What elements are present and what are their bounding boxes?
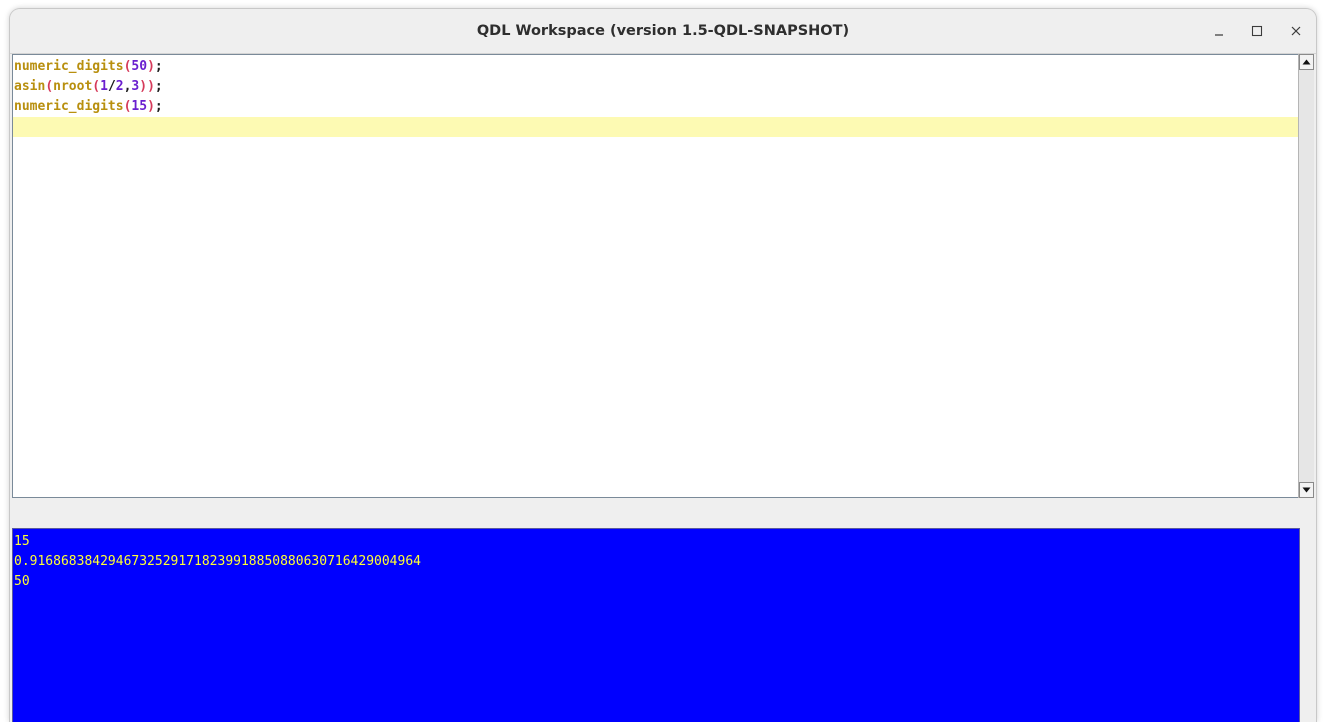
- editor-scrollbar[interactable]: [1298, 54, 1314, 498]
- arrow-down-icon: [1302, 487, 1311, 493]
- minimize-button[interactable]: [1210, 22, 1228, 40]
- function-name: asin: [14, 79, 46, 94]
- editor-line[interactable]: numeric_digits(15);: [13, 97, 1299, 117]
- argument: 50: [131, 59, 148, 74]
- window-title: QDL Workspace (version 1.5-QDL-SNAPSHOT): [476, 23, 850, 39]
- inner-close-paren: ): [139, 79, 148, 94]
- editor-line[interactable]: numeric_digits(50);: [13, 57, 1299, 77]
- close-paren: ): [147, 59, 155, 74]
- operator: /: [107, 79, 116, 94]
- close-paren: ): [147, 99, 155, 114]
- semicolon: ;: [154, 59, 163, 74]
- current-line-highlight[interactable]: [13, 117, 1299, 137]
- semicolon: ;: [154, 79, 163, 94]
- argument: 2: [115, 79, 124, 94]
- arrow-up-icon: [1302, 59, 1311, 65]
- minimize-icon: [1215, 34, 1223, 36]
- function-name: numeric_digits: [14, 99, 124, 114]
- argument: 15: [131, 99, 148, 114]
- inner-open-paren: (: [92, 79, 101, 94]
- scroll-down-button[interactable]: [1299, 482, 1314, 498]
- scroll-up-button[interactable]: [1299, 54, 1314, 70]
- code-editor[interactable]: numeric_digits(50); asin(nroot(1/2,3)); …: [12, 54, 1300, 498]
- semicolon: ;: [154, 99, 163, 114]
- maximize-button[interactable]: [1248, 22, 1266, 40]
- editor-line[interactable]: asin(nroot(1/2,3));: [13, 77, 1299, 97]
- output-console[interactable]: 15 0.91686838429467325291718239918850880…: [12, 528, 1300, 722]
- title-bar[interactable]: QDL Workspace (version 1.5-QDL-SNAPSHOT): [10, 9, 1316, 54]
- maximize-icon: [1251, 25, 1263, 37]
- inner-function-name: nroot: [53, 79, 93, 94]
- function-name: numeric_digits: [14, 59, 124, 74]
- open-paren: (: [45, 79, 54, 94]
- console-line: 50: [14, 574, 30, 589]
- argument: 1: [100, 79, 108, 94]
- split-pane-divider[interactable]: [10, 498, 1316, 528]
- qdl-workspace-window: QDL Workspace (version 1.5-QDL-SNAPSHOT)…: [9, 8, 1317, 722]
- console-line: 0.91686838429467325291718239918850880630…: [14, 554, 421, 569]
- console-line: 15: [14, 534, 30, 549]
- close-paren: ): [147, 79, 155, 94]
- close-button[interactable]: [1287, 22, 1305, 40]
- close-icon: [1291, 26, 1301, 36]
